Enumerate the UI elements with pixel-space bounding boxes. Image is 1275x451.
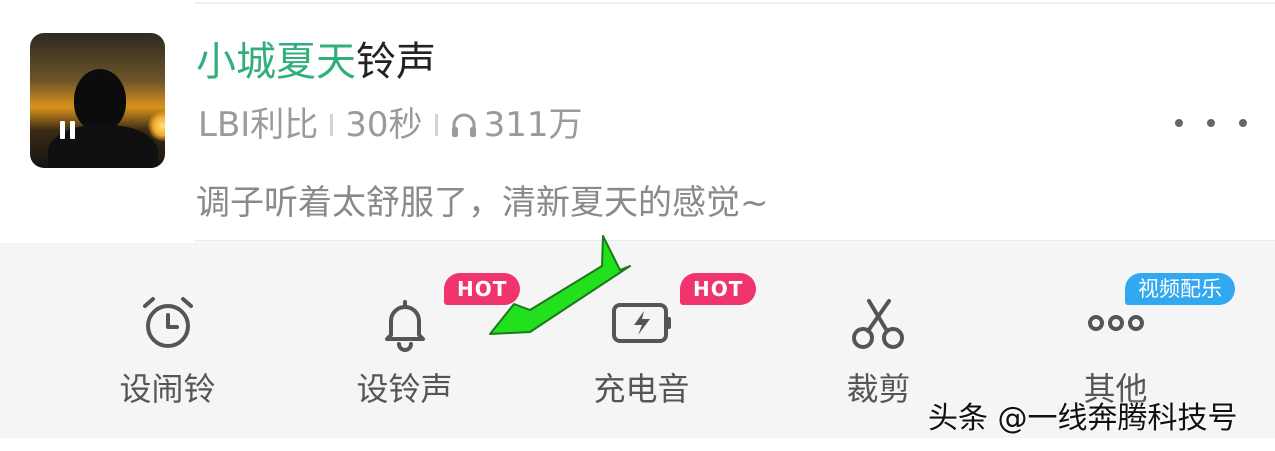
bottom-divider (195, 240, 1275, 242)
pause-icon[interactable] (59, 121, 77, 139)
play-count: 311万 (483, 105, 583, 145)
set-alarm-label: 设闹铃 (119, 370, 216, 408)
sunset-glow (148, 111, 165, 141)
song-meta: LBI利比 30秒 311万 (198, 100, 582, 150)
ringtone-list-item[interactable]: 小城夏天铃声 LBI利比 30秒 311万 调子听着太舒服了，清新夏天的感觉~ (0, 0, 1275, 243)
charging-sound-label: 充电音 (593, 370, 690, 408)
set-alarm-button[interactable]: 设闹铃 (49, 243, 286, 438)
bell-icon (384, 300, 425, 352)
album-cover[interactable] (30, 33, 165, 168)
meta-separator (330, 114, 334, 136)
artist-name: LBI利比 (198, 105, 319, 145)
meta-separator (434, 114, 438, 136)
watermark: 头条 @一线奔腾科技号 (928, 401, 1238, 436)
alarm-clock-icon (142, 297, 193, 348)
song-title-rest: 铃声 (356, 39, 436, 85)
green-arrow-annotation (489, 235, 631, 335)
song-description: 调子听着太舒服了，清新夏天的感觉~ (196, 183, 769, 223)
hot-badge: HOT (680, 273, 757, 305)
song-title: 小城夏天铃声 (196, 34, 436, 90)
video-music-badge: 视频配乐 (1125, 273, 1235, 305)
silhouette-head (74, 69, 126, 131)
headphone-icon (451, 113, 476, 137)
song-title-highlight: 小城夏天 (196, 39, 356, 85)
scissors-icon (851, 299, 904, 349)
set-ringtone-label: 设铃声 (356, 370, 453, 408)
more-options-button[interactable] (1175, 108, 1247, 138)
song-duration: 30秒 (345, 105, 423, 145)
